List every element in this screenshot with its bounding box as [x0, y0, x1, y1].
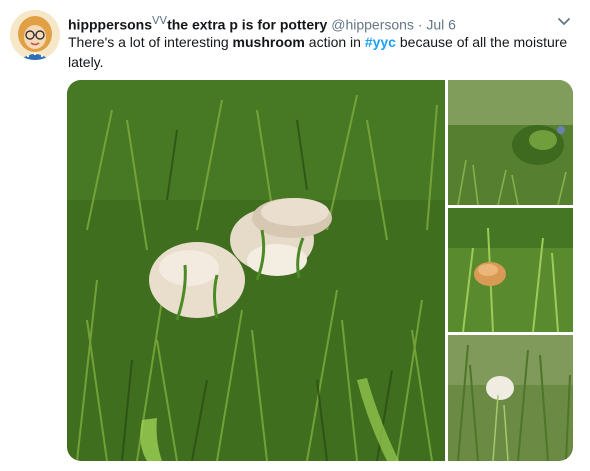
display-name-suffix[interactable]: the extra p is for pottery: [167, 17, 327, 33]
hashtag-link[interactable]: #yyc: [365, 34, 396, 50]
photo-grass-plants[interactable]: [448, 80, 573, 205]
user-handle[interactable]: @hippersons: [331, 17, 414, 33]
display-name[interactable]: hipppersons: [68, 17, 152, 33]
tweet-text-bold: mushroom: [232, 34, 305, 50]
photo-single-mushroom[interactable]: [448, 208, 573, 332]
name-decoration: ᐯᐯ: [152, 15, 168, 27]
photo-mushrooms-main[interactable]: [67, 80, 445, 461]
separator-dot: ·: [417, 16, 423, 33]
tweet-card[interactable]: hipppersonsᐯᐯthe extra p is for pottery …: [0, 0, 590, 471]
tweet-text: There's a lot of interesting mushroom ac…: [68, 32, 573, 72]
media-grid: [67, 80, 573, 461]
tweet-header: hipppersonsᐯᐯthe extra p is for pottery …: [68, 12, 568, 34]
tweet-text-part: action in: [304, 34, 365, 50]
photo-mushroom-in-grass[interactable]: [448, 335, 573, 461]
timestamp[interactable]: Jul 6: [426, 17, 456, 33]
cartoon-avatar-icon: [10, 10, 60, 60]
chevron-down-icon[interactable]: [556, 13, 572, 29]
avatar[interactable]: [10, 10, 60, 60]
tweet-text-part: There's a lot of interesting: [68, 34, 233, 50]
